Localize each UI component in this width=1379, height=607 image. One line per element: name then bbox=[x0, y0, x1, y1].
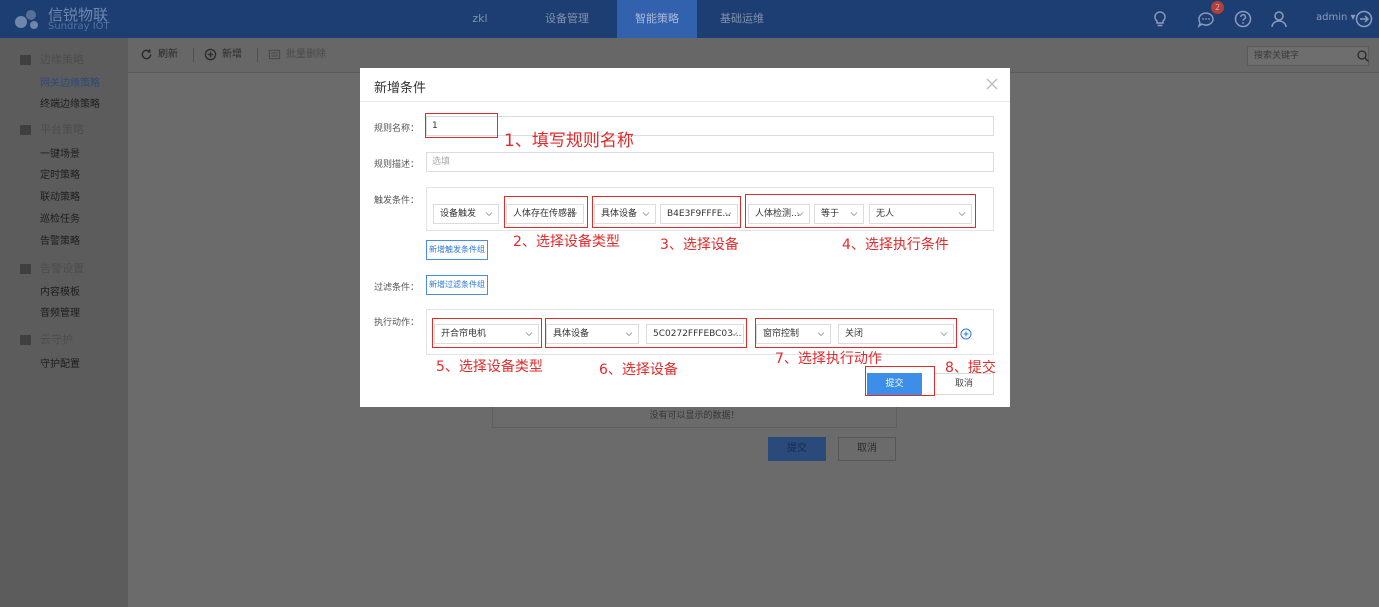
trigger-type-select[interactable]: 设备触发 bbox=[433, 204, 499, 224]
sidebar-item-terminal-edge[interactable]: 终端边缘策略 bbox=[40, 97, 100, 113]
logo-icon bbox=[15, 10, 38, 29]
background-submit-button[interactable]: 提交 bbox=[768, 437, 826, 461]
brand-logo[interactable]: 信锐物联 Sundray IOT bbox=[12, 4, 142, 34]
annotation-box-action-device-type bbox=[432, 318, 542, 348]
brand-subtitle: Sundray IOT bbox=[48, 21, 110, 32]
action-label: 执行动作： bbox=[374, 318, 420, 328]
annotation-box-trigger-device bbox=[592, 196, 741, 228]
annotation-box-trigger-condition bbox=[745, 194, 976, 228]
filter-condition-label: 过滤条件： bbox=[374, 283, 420, 293]
nav-tab-smart-strategy[interactable]: 智能策略 bbox=[617, 0, 697, 38]
empty-data-message: 没有可以显示的数据！ bbox=[492, 404, 897, 428]
background-cancel-button[interactable]: 取消 bbox=[838, 437, 896, 461]
help-icon[interactable] bbox=[1233, 9, 1253, 29]
folder-icon bbox=[20, 55, 31, 65]
user-menu[interactable]: admin ▾ bbox=[1316, 12, 1356, 23]
modal-header: 新增条件 bbox=[360, 68, 1010, 102]
trigger-condition-label: 触发条件： bbox=[374, 196, 420, 206]
add-button[interactable]: 新增 bbox=[204, 46, 242, 64]
annotation-step1: 1、填写规则名称 bbox=[504, 131, 634, 151]
batch-delete-button[interactable]: 批量删除 bbox=[268, 46, 326, 64]
modal-title: 新增条件 bbox=[374, 81, 427, 96]
user-icon[interactable] bbox=[1269, 9, 1289, 29]
sidebar-item-alarm-strategy[interactable]: 告警策略 bbox=[40, 234, 80, 250]
add-icon bbox=[204, 48, 217, 60]
sidebar-item-audio-management[interactable]: 音频管理 bbox=[40, 306, 80, 322]
nav-tab-basic-ops[interactable]: 基础运维 bbox=[702, 0, 782, 38]
list-icon bbox=[268, 49, 281, 59]
rule-description-input[interactable]: 选填 bbox=[426, 152, 994, 172]
toolbar-divider bbox=[193, 48, 194, 62]
close-icon[interactable] bbox=[984, 76, 1000, 92]
top-navigation-bar: 信锐物联 Sundray IOT zkl 设备管理 智能策略 基础运维 2 ad… bbox=[0, 0, 1379, 38]
lightbulb-icon[interactable] bbox=[1150, 9, 1170, 29]
annotation-box-rule-name bbox=[425, 113, 498, 138]
sidebar-item-gateway-edge[interactable]: 网关边缘策略 bbox=[40, 76, 100, 92]
chart-icon bbox=[20, 125, 31, 135]
annotation-box-action bbox=[755, 318, 957, 348]
add-filter-group-button[interactable]: 新增过滤条件组 bbox=[426, 275, 488, 295]
toolbar-divider bbox=[257, 48, 258, 62]
annotation-box-action-device bbox=[545, 318, 747, 348]
alarm-icon bbox=[20, 264, 31, 274]
search-icon[interactable] bbox=[1356, 49, 1370, 63]
sidebar-item-inspection-task[interactable]: 巡检任务 bbox=[40, 212, 80, 228]
sidebar-item-linkage-strategy[interactable]: 联动策略 bbox=[40, 190, 80, 206]
refresh-button[interactable]: 刷新 bbox=[140, 46, 178, 64]
annotation-step4: 4、选择执行条件 bbox=[842, 237, 949, 253]
annotation-step7: 7、选择执行动作 bbox=[775, 351, 882, 367]
annotation-box-submit bbox=[865, 366, 935, 396]
nav-tab-zkl[interactable]: zkl bbox=[440, 0, 520, 38]
sidebar-item-content-template[interactable]: 内容模板 bbox=[40, 285, 80, 301]
logout-icon[interactable] bbox=[1354, 9, 1374, 29]
rule-description-label: 规则描述： bbox=[374, 160, 420, 170]
add-action-icon[interactable] bbox=[960, 328, 972, 340]
sidebar-item-timed-strategy[interactable]: 定时策略 bbox=[40, 168, 80, 184]
annotation-step3: 3、选择设备 bbox=[660, 237, 739, 253]
sidebar-item-one-click-scene[interactable]: 一键场景 bbox=[40, 147, 80, 163]
chevron-down-icon bbox=[485, 212, 493, 217]
search-input[interactable]: 搜索关键字 bbox=[1247, 46, 1369, 66]
sidebar-item-guard-config[interactable]: 守护配置 bbox=[40, 357, 80, 373]
annotation-box-trigger-device-type bbox=[504, 196, 588, 228]
notification-badge: 2 bbox=[1211, 1, 1224, 14]
annotation-step6: 6、选择设备 bbox=[599, 362, 678, 378]
refresh-icon bbox=[141, 48, 152, 59]
rule-name-label: 规则名称： bbox=[374, 124, 420, 134]
annotation-step8: 8、提交 bbox=[945, 360, 996, 376]
annotation-step2: 2、选择设备类型 bbox=[513, 234, 620, 250]
add-trigger-group-button[interactable]: 新增触发条件组 bbox=[426, 240, 488, 260]
nav-tab-device-management[interactable]: 设备管理 bbox=[527, 0, 607, 38]
annotation-step5: 5、选择设备类型 bbox=[436, 359, 543, 375]
shield-icon bbox=[20, 335, 31, 345]
